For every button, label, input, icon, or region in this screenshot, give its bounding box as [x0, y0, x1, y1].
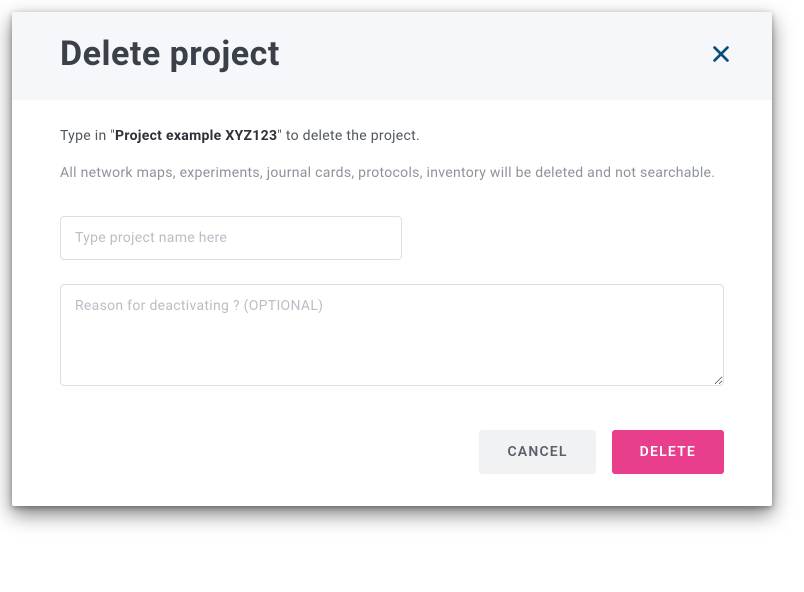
- modal-header: Delete project: [12, 12, 772, 100]
- warning-text: All network maps, experiments, journal c…: [60, 162, 724, 184]
- project-name: Project example XYZ123: [115, 128, 277, 144]
- reason-textarea[interactable]: [60, 284, 724, 386]
- delete-project-modal: Delete project Type in "Project example …: [12, 12, 772, 506]
- modal-body: Type in "Project example XYZ123" to dele…: [12, 100, 772, 400]
- instruction-suffix: " to delete the project.: [277, 128, 420, 144]
- close-icon: [710, 43, 732, 65]
- delete-button[interactable]: DELETE: [612, 430, 724, 474]
- close-button[interactable]: [706, 39, 736, 69]
- cancel-button[interactable]: CANCEL: [479, 430, 595, 474]
- modal-title: Delete project: [60, 34, 280, 74]
- instruction-text: Type in "Project example XYZ123" to dele…: [60, 128, 724, 144]
- project-name-input[interactable]: [60, 216, 402, 260]
- modal-footer: CANCEL DELETE: [12, 400, 772, 506]
- instruction-prefix: Type in ": [60, 128, 115, 144]
